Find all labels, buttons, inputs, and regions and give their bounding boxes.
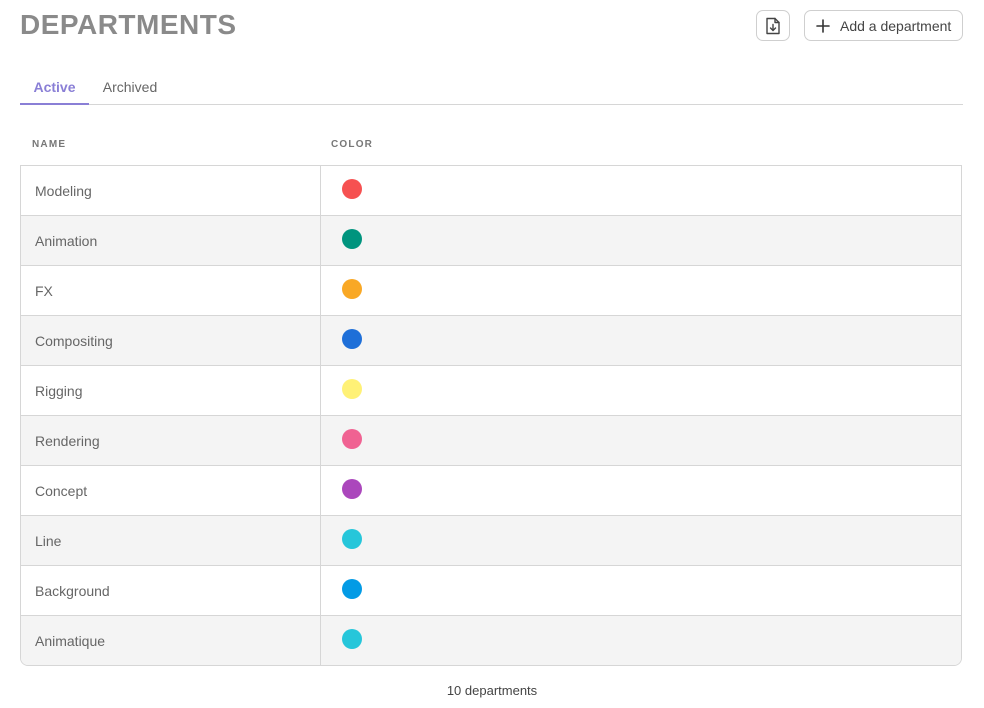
table-row[interactable]: Concept: [21, 466, 961, 516]
department-name: Line: [21, 516, 321, 565]
color-swatch: [342, 229, 362, 249]
table-row[interactable]: FX: [21, 266, 961, 316]
department-color-cell: [321, 616, 961, 665]
table-row[interactable]: Rigging: [21, 366, 961, 416]
department-color-cell: [321, 166, 961, 215]
color-swatch: [342, 379, 362, 399]
department-name: Animation: [21, 216, 321, 265]
tab-active[interactable]: Active: [20, 70, 89, 105]
color-swatch: [342, 179, 362, 199]
department-name: Animatique: [21, 616, 321, 665]
department-color-cell: [321, 566, 961, 615]
table-row[interactable]: Animation: [21, 216, 961, 266]
page-title: DEPARTMENTS: [20, 9, 237, 40]
column-header-name[interactable]: NAME: [32, 139, 66, 150]
department-name: Rigging: [21, 366, 321, 415]
department-name: Concept: [21, 466, 321, 515]
department-name: Rendering: [21, 416, 321, 465]
color-swatch: [342, 329, 362, 349]
plus-icon: [815, 18, 831, 34]
table-row[interactable]: Compositing: [21, 316, 961, 366]
departments-page: DEPARTMENTS Add a department Active Arch…: [0, 0, 984, 708]
color-swatch: [342, 579, 362, 599]
department-color-cell: [321, 216, 961, 265]
department-color-cell: [321, 516, 961, 565]
department-color-cell: [321, 266, 961, 315]
department-name: FX: [21, 266, 321, 315]
table-row[interactable]: Animatique: [21, 616, 961, 665]
export-button[interactable]: [756, 10, 790, 41]
department-name: Modeling: [21, 166, 321, 215]
department-color-cell: [321, 316, 961, 365]
table-row[interactable]: Rendering: [21, 416, 961, 466]
color-swatch: [342, 279, 362, 299]
departments-table: Modeling Animation FX Compositing Rigging Ren…: [20, 165, 962, 666]
add-department-button[interactable]: Add a department: [804, 10, 963, 41]
department-color-cell: [321, 466, 961, 515]
column-header-color[interactable]: COLOR: [331, 139, 373, 150]
file-download-icon: [765, 17, 781, 35]
color-swatch: [342, 629, 362, 649]
department-color-cell: [321, 416, 961, 465]
department-name: Compositing: [21, 316, 321, 365]
tab-bar: Active Archived: [20, 70, 963, 105]
department-color-cell: [321, 366, 961, 415]
table-row[interactable]: Modeling: [21, 166, 961, 216]
color-swatch: [342, 479, 362, 499]
color-swatch: [342, 529, 362, 549]
department-count: 10 departments: [446, 683, 538, 698]
table-row[interactable]: Line: [21, 516, 961, 566]
department-name: Background: [21, 566, 321, 615]
color-swatch: [342, 429, 362, 449]
table-row[interactable]: Background: [21, 566, 961, 616]
tab-archived[interactable]: Archived: [94, 70, 166, 105]
add-department-label: Add a department: [840, 17, 952, 34]
